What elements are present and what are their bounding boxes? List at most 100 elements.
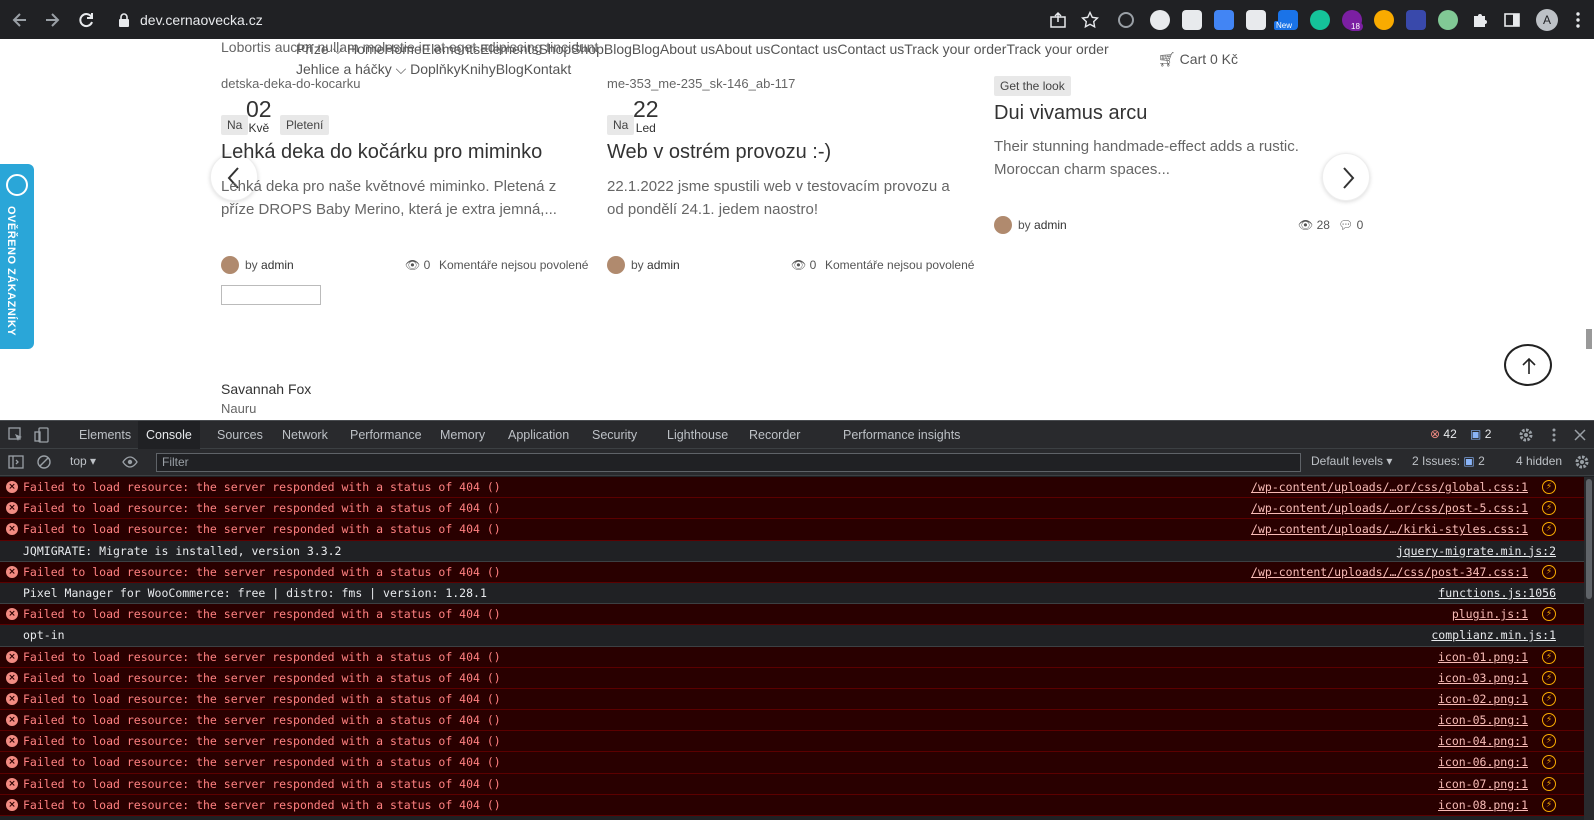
console-message-row[interactable]: × Failed to load resource: the server res… — [0, 646, 1584, 668]
tab-lighthouse[interactable]: Lighthouse — [659, 421, 736, 449]
extension-globe-icon[interactable] — [1150, 10, 1170, 30]
console-source-link[interactable]: icon-07.png:1 — [1438, 777, 1528, 791]
console-message-row[interactable]: × Failed to load resource: the server res… — [0, 498, 1584, 520]
tab-memory[interactable]: Memory — [432, 421, 493, 449]
tab-network[interactable]: Network — [274, 421, 336, 449]
console-source-link[interactable]: icon-05.png:1 — [1438, 713, 1528, 727]
network-request-icon[interactable]: ⚡ — [1542, 649, 1556, 664]
console-message-row[interactable]: × Failed to load resource: the server res… — [0, 604, 1584, 626]
main-menu[interactable]: Příze ⌵ HomeHomeElementsElementsShopShop… — [296, 41, 1109, 58]
console-message-row[interactable]: × Failed to load resource: the server res… — [0, 710, 1584, 732]
post-1-tag-prefix[interactable]: Na — [221, 115, 249, 135]
extension-van-icon[interactable] — [1182, 10, 1202, 30]
console-source-link[interactable]: icon-08.png:1 — [1438, 798, 1528, 812]
issues-button[interactable]: 2 Issues: ▣ 2 — [1412, 454, 1485, 468]
post-2-author[interactable]: by admin — [631, 258, 680, 272]
tab-sources[interactable]: Sources — [209, 421, 271, 449]
extension-translate-icon[interactable] — [1214, 10, 1234, 30]
extension-video-icon[interactable] — [1406, 10, 1426, 30]
console-settings-gear-icon[interactable] — [1574, 454, 1590, 470]
console-message-row[interactable]: × Failed to load resource: the server res… — [0, 794, 1584, 816]
network-request-icon[interactable]: ⚡ — [1542, 480, 1556, 494]
post-1-author[interactable]: by admin — [245, 258, 294, 272]
console-message-row[interactable]: × Failed to load resource: the server res… — [0, 561, 1584, 583]
live-expression-eye-icon[interactable] — [122, 454, 138, 470]
network-request-icon[interactable]: ⚡ — [1542, 734, 1556, 749]
console-message-row[interactable]: × Failed to load resource: the server res… — [0, 731, 1584, 753]
console-source-link[interactable]: complianz.min.js:1 — [1431, 628, 1556, 642]
post-3-tag[interactable]: Get the look — [994, 76, 1071, 96]
extension-moon-icon[interactable] — [1374, 10, 1394, 30]
close-icon[interactable] — [1572, 427, 1588, 443]
console-source-link[interactable]: functions.js:1056 — [1438, 586, 1556, 600]
post-2-image[interactable]: me-353_me-235_sk-146_ab-117 — [607, 76, 795, 91]
post-2-title[interactable]: Web v ostrém provozu :-) — [607, 141, 831, 164]
profile-avatar[interactable]: A — [1536, 9, 1558, 31]
network-request-icon[interactable]: ⚡ — [1542, 564, 1556, 579]
scroll-to-top-button[interactable] — [1504, 344, 1552, 386]
console-source-link[interactable]: /wp-content/uploads/…or/css/post-5.css:1 — [1251, 501, 1528, 515]
console-source-link[interactable]: icon-03.png:1 — [1438, 671, 1528, 685]
network-request-icon[interactable]: ⚡ — [1542, 670, 1556, 685]
console-source-link[interactable]: jquery-migrate.min.js:2 — [1397, 544, 1556, 558]
extension-recycle-icon[interactable] — [1118, 12, 1134, 28]
post-2-tag-prefix[interactable]: Na — [607, 115, 635, 135]
console-message-row[interactable]: × Failed to load resource: the server res… — [0, 688, 1584, 711]
console-message-row[interactable]: Pixel Manager for WooCommerce: free | di… — [0, 582, 1584, 605]
tab-performance-insights[interactable]: Performance insights — [835, 421, 968, 449]
console-message-row[interactable]: × Failed to load resource: the server res… — [0, 477, 1584, 499]
reload-icon[interactable] — [76, 10, 96, 30]
log-levels-dropdown[interactable]: Default levels ▾ — [1311, 454, 1392, 468]
tab-security[interactable]: Security — [584, 421, 645, 449]
carousel-next-button[interactable] — [1322, 153, 1370, 201]
console-message-row[interactable]: × Failed to load resource: the server res… — [0, 667, 1584, 689]
cart-link[interactable]: 🛒︎ Cart 0 Kč — [1158, 51, 1238, 68]
address-bar[interactable]: dev.cernaovecka.cz — [108, 5, 1113, 35]
console-source-link[interactable]: icon-06.png:1 — [1438, 755, 1528, 769]
extension-grammarly-icon[interactable] — [1310, 10, 1330, 30]
extensions-puzzle-icon[interactable] — [1470, 10, 1490, 30]
console-source-link[interactable]: icon-04.png:1 — [1438, 734, 1528, 748]
tab-application[interactable]: Application — [500, 421, 577, 449]
console-message-row[interactable]: opt-in complianz.min.js:1 — [0, 625, 1584, 647]
post-1-title[interactable]: Lehká deka do kočárku pro miminko — [221, 141, 542, 164]
tab-console[interactable]: Console — [138, 421, 200, 449]
extension-x-icon[interactable] — [1438, 10, 1458, 30]
console-scrollbar[interactable] — [1584, 477, 1594, 820]
device-toggle-icon[interactable] — [34, 427, 50, 443]
post-3-title[interactable]: Dui vivamus arcu — [994, 102, 1147, 125]
lock-icon[interactable] — [118, 13, 130, 27]
console-source-link[interactable]: icon-01.png:1 — [1438, 650, 1528, 664]
post-1-image[interactable]: detska-deka-do-kocarku — [221, 76, 360, 91]
menu-kebab-icon[interactable] — [1568, 10, 1588, 30]
console-source-link[interactable]: /wp-content/uploads/…/css/post-347.css:1 — [1251, 565, 1528, 579]
clear-console-icon[interactable] — [36, 454, 52, 470]
console-message-row[interactable]: × Failed to load resource: the server res… — [0, 773, 1584, 795]
tab-elements[interactable]: Elements — [71, 421, 139, 449]
error-count-badge[interactable]: ⊗ 42 — [1430, 427, 1457, 441]
network-request-icon[interactable]: ⚡ — [1542, 713, 1556, 728]
context-selector[interactable]: top ▾ — [70, 454, 96, 468]
share-icon[interactable] — [1049, 11, 1067, 29]
console-source-link[interactable]: /wp-content/uploads/…/kirki-styles.css:1 — [1251, 522, 1528, 536]
network-request-icon[interactable]: ⚡ — [1542, 797, 1556, 812]
post-3-author[interactable]: by admin — [1018, 218, 1067, 232]
sidebar-toggle-icon[interactable] — [8, 454, 24, 470]
console-source-link[interactable]: plugin.js:1 — [1452, 607, 1528, 621]
console-message-row[interactable]: × Failed to load resource: the server res… — [0, 752, 1584, 774]
console-source-link[interactable]: /wp-content/uploads/…or/css/global.css:1 — [1251, 480, 1528, 494]
back-arrow-icon[interactable] — [10, 10, 30, 30]
network-request-icon[interactable]: ⚡ — [1542, 755, 1556, 770]
console-scrollbar-thumb[interactable] — [1586, 479, 1592, 599]
forward-arrow-icon[interactable] — [42, 10, 62, 30]
side-panel-icon[interactable] — [1502, 10, 1522, 30]
network-request-icon[interactable]: ⚡ — [1542, 501, 1556, 516]
console-source-link[interactable]: icon-02.png:1 — [1438, 692, 1528, 706]
console-message-row[interactable]: × Failed to load resource: the server res… — [0, 519, 1584, 541]
inspect-element-icon[interactable] — [8, 427, 24, 443]
tab-performance[interactable]: Performance — [342, 421, 430, 449]
extension-camera-icon[interactable] — [1246, 10, 1266, 30]
network-request-icon[interactable]: ⚡ — [1542, 776, 1556, 791]
network-request-icon[interactable]: ⚡ — [1542, 691, 1556, 706]
page-scrollbar-thumb[interactable] — [1586, 329, 1592, 349]
